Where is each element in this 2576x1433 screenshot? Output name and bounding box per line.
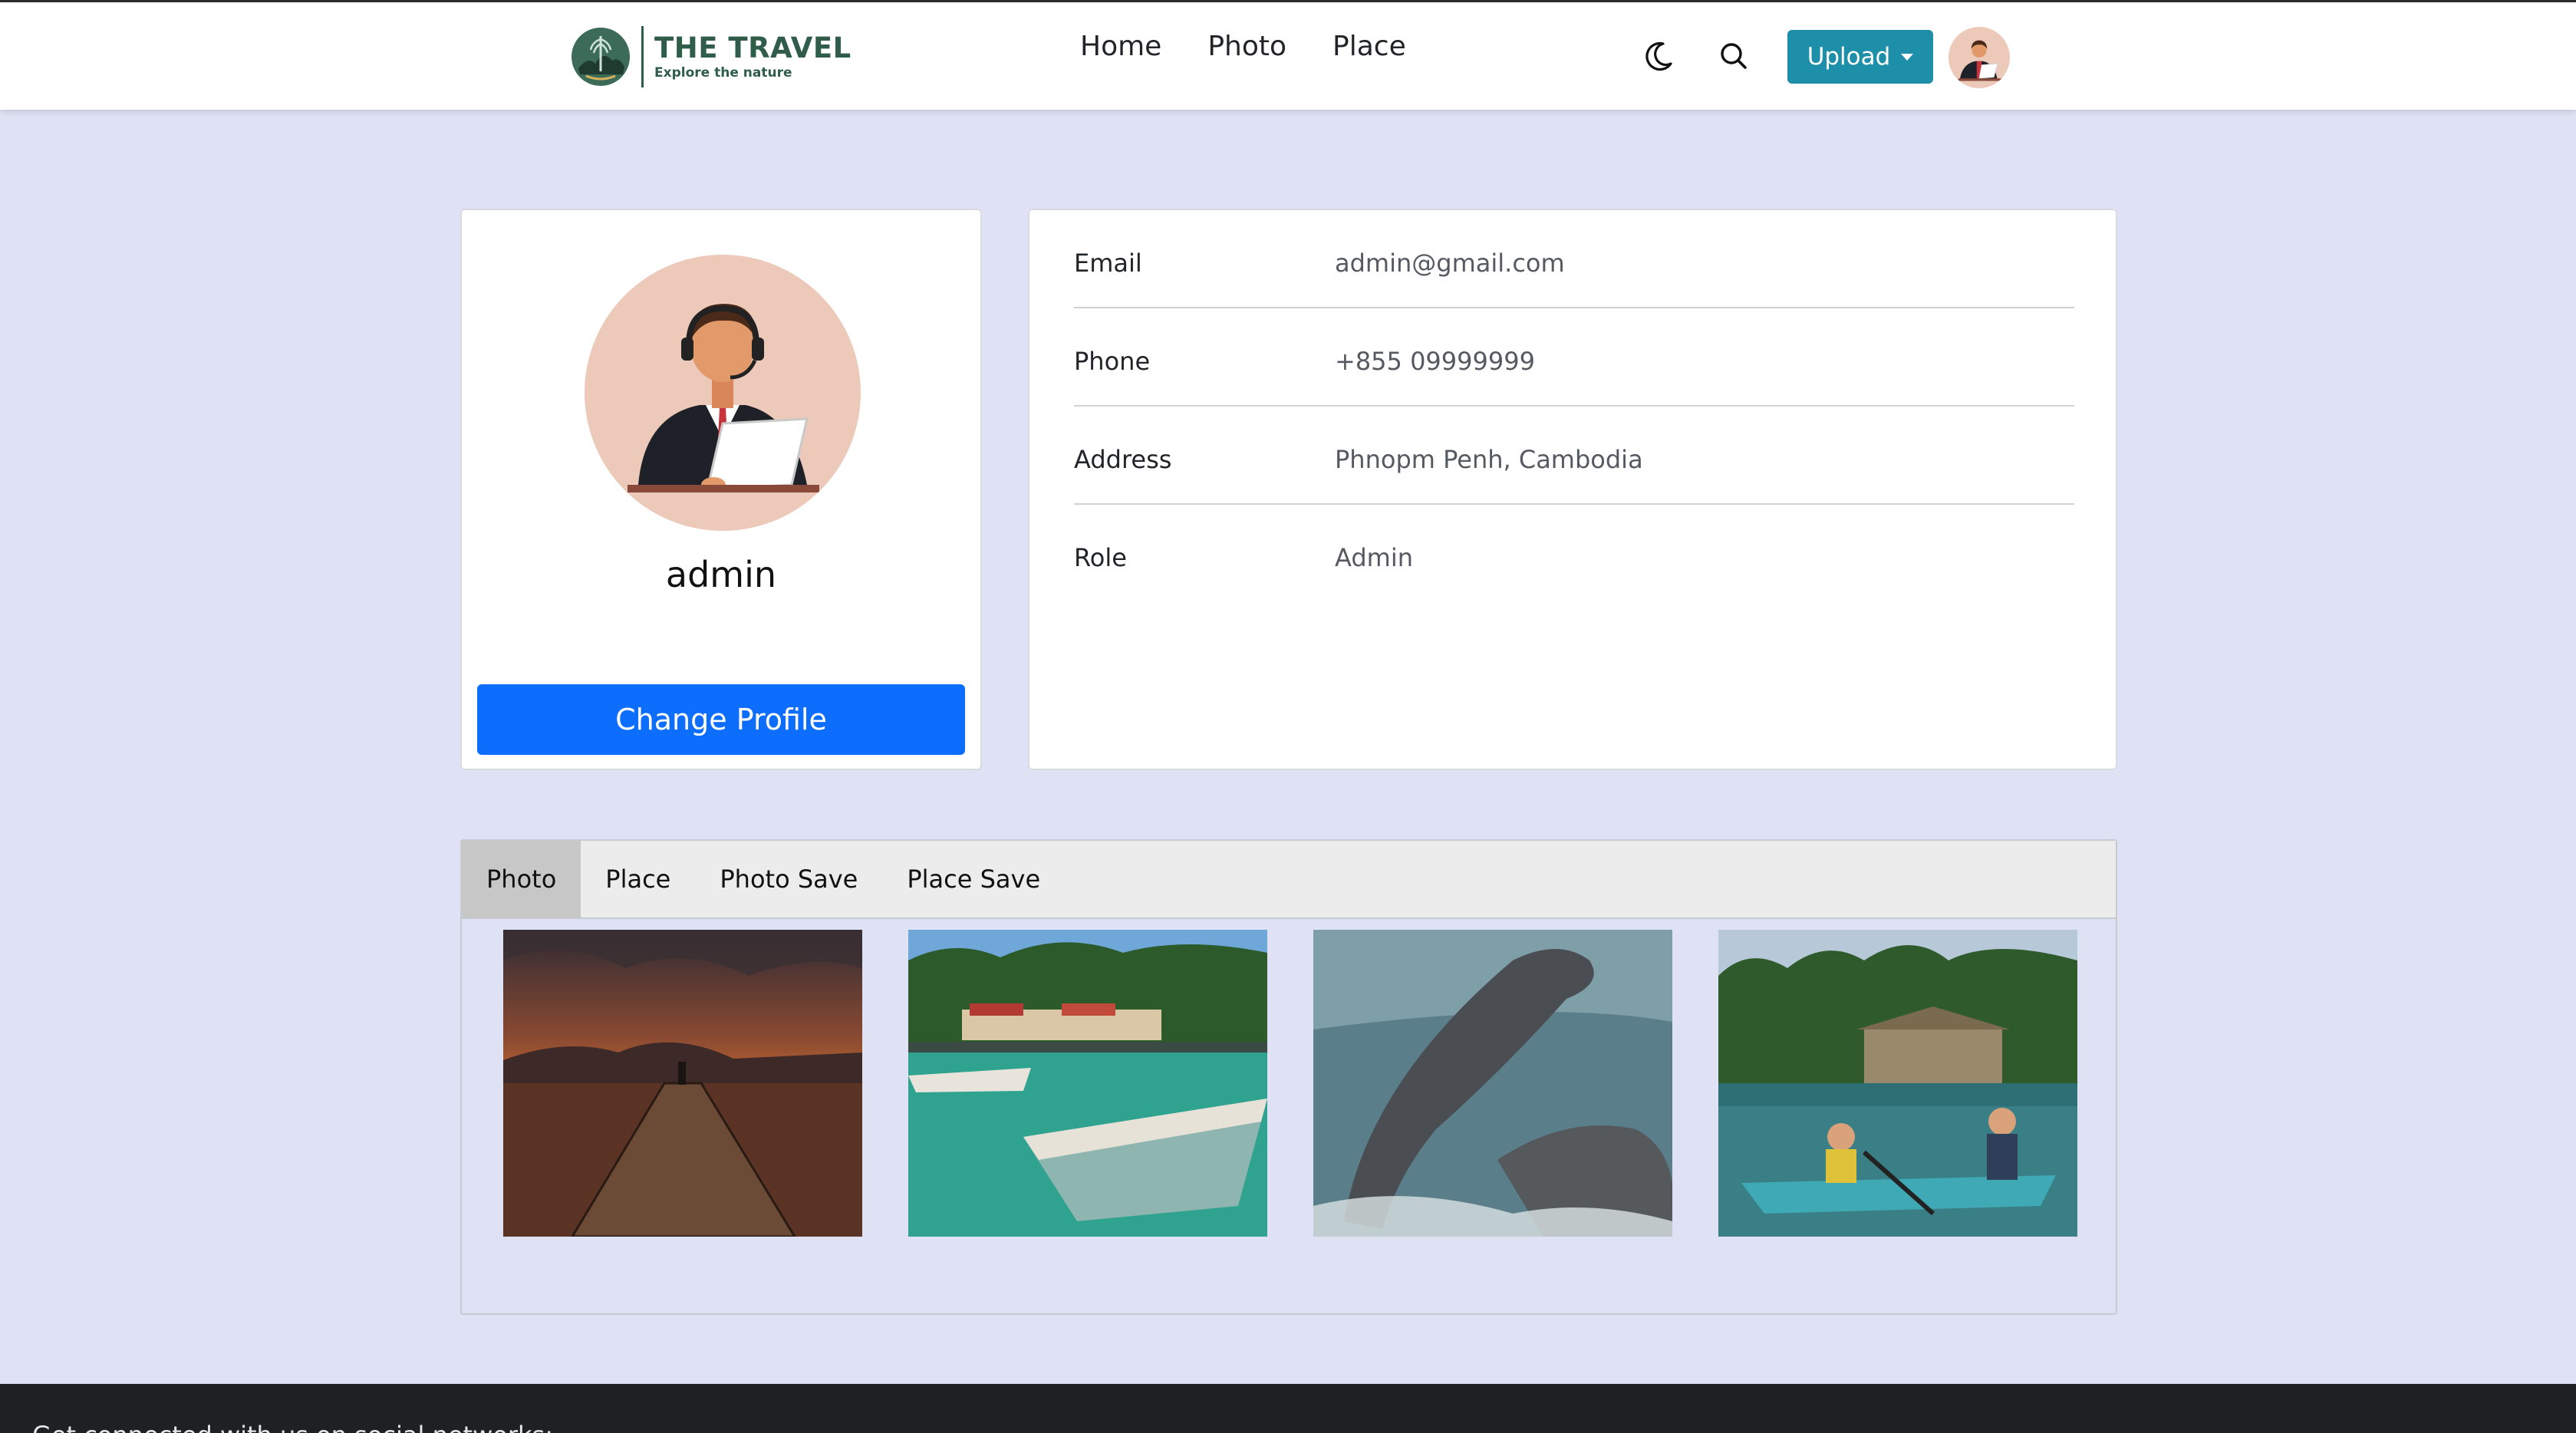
dolphin-image bbox=[1313, 930, 1672, 1237]
profile-username: admin bbox=[665, 554, 777, 595]
brand-title: THE TRAVEL bbox=[654, 31, 852, 64]
brand-separator bbox=[641, 26, 644, 87]
content-tabs-panel: Photo Place Photo Save Place Save bbox=[460, 839, 2117, 1315]
address-label: Address bbox=[1074, 445, 1172, 474]
footer-social-text: Get connected with us on social networks… bbox=[32, 1421, 553, 1433]
footer: Get connected with us on social networks… bbox=[0, 1384, 2576, 1433]
nav-link-photo[interactable]: Photo bbox=[1207, 25, 1286, 68]
profile-info-card: Email admin@gmail.com Phone +855 0999999… bbox=[1028, 209, 2117, 770]
tab-place[interactable]: Place bbox=[581, 841, 695, 917]
tab-place-save[interactable]: Place Save bbox=[882, 841, 1065, 917]
email-label: Email bbox=[1074, 249, 1142, 278]
role-label: Role bbox=[1074, 543, 1127, 572]
phone-label: Phone bbox=[1074, 347, 1151, 376]
brand[interactable]: THE TRAVEL Explore the nature bbox=[569, 24, 852, 90]
boats-harbor-image bbox=[908, 930, 1267, 1237]
address-value: Phnopm Penh, Cambodia bbox=[1335, 445, 1643, 474]
profile-card: admin Change Profile bbox=[460, 209, 982, 770]
sunset-pier-photo[interactable] bbox=[503, 930, 862, 1237]
navbar: THE TRAVEL Explore the nature Home Photo… bbox=[0, 0, 2576, 110]
upload-dropdown-button[interactable]: Upload bbox=[1787, 30, 1933, 84]
user-avatar[interactable] bbox=[1948, 27, 2010, 88]
profile-illustration-icon bbox=[585, 255, 861, 531]
change-profile-button[interactable]: Change Profile bbox=[477, 684, 965, 755]
travel-logo-icon bbox=[572, 28, 630, 86]
tab-bar: Photo Place Photo Save Place Save bbox=[462, 841, 2116, 919]
profile-avatar bbox=[585, 255, 861, 531]
moon-icon[interactable] bbox=[1640, 38, 1677, 74]
brand-subtitle: Explore the nature bbox=[654, 65, 792, 81]
email-value: admin@gmail.com bbox=[1335, 249, 1565, 278]
tab-photo[interactable]: Photo bbox=[462, 841, 581, 917]
kayak-image bbox=[1718, 930, 2077, 1237]
nav-link-place[interactable]: Place bbox=[1332, 25, 1406, 68]
info-row-address: Address Phnopm Penh, Cambodia bbox=[1074, 407, 2074, 505]
info-row-phone: Phone +855 09999999 bbox=[1074, 308, 2074, 407]
nav-links: Home Photo Place bbox=[1080, 25, 1452, 68]
boats-harbor-photo[interactable] bbox=[908, 930, 1267, 1237]
info-row-email: Email admin@gmail.com bbox=[1074, 210, 2074, 308]
info-row-role: Role Admin bbox=[1074, 505, 2074, 603]
phone-value: +855 09999999 bbox=[1335, 347, 1535, 376]
avatar-illustration-icon bbox=[1948, 27, 2010, 88]
sunset-pier-image bbox=[503, 930, 862, 1237]
nav-link-home[interactable]: Home bbox=[1080, 25, 1161, 68]
dolphin-photo[interactable] bbox=[1313, 930, 1672, 1237]
role-value: Admin bbox=[1335, 543, 1413, 572]
kayak-photo[interactable] bbox=[1718, 930, 2077, 1237]
tab-photo-save[interactable]: Photo Save bbox=[695, 841, 882, 917]
upload-label: Upload bbox=[1807, 43, 1891, 71]
search-icon[interactable] bbox=[1715, 38, 1752, 74]
caret-down-icon bbox=[1901, 53, 1914, 61]
